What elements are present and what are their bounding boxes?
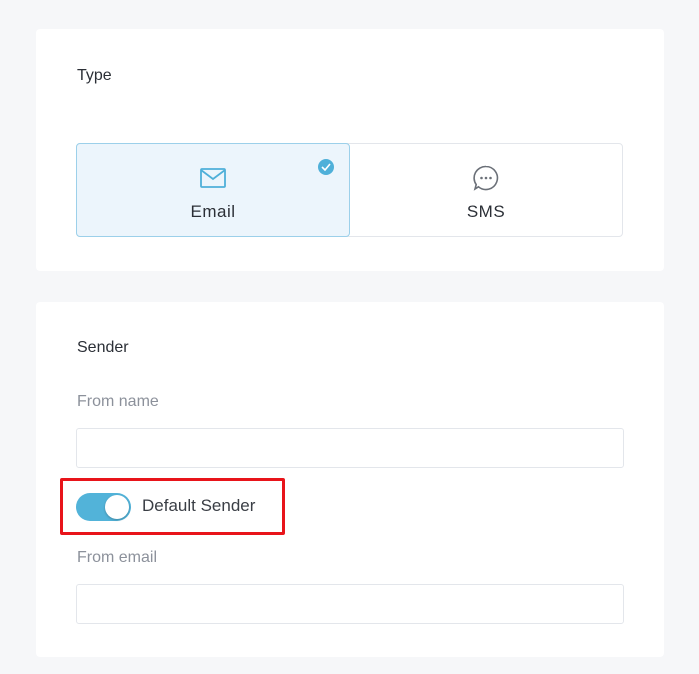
type-option-email-label: Email — [190, 202, 236, 221]
type-card: Type Email SMS — [36, 29, 664, 271]
type-option-email[interactable]: Email — [76, 143, 350, 237]
from-name-input[interactable] — [76, 428, 624, 468]
from-name-label: From name — [77, 393, 159, 410]
check-icon — [318, 159, 334, 175]
type-section-title: Type — [77, 67, 112, 84]
type-option-sms-label: SMS — [466, 202, 506, 221]
from-email-input[interactable] — [76, 584, 624, 624]
sender-section-title: Sender — [77, 339, 129, 356]
type-option-sms[interactable]: SMS — [350, 144, 622, 236]
toggle-knob — [105, 495, 129, 519]
default-sender-label: Default Sender — [142, 496, 256, 515]
chat-bubble-icon — [473, 165, 499, 191]
type-selector: Email SMS — [76, 143, 623, 237]
default-sender-toggle[interactable] — [76, 493, 131, 521]
from-email-label: From email — [77, 549, 158, 566]
envelope-icon — [200, 165, 226, 191]
